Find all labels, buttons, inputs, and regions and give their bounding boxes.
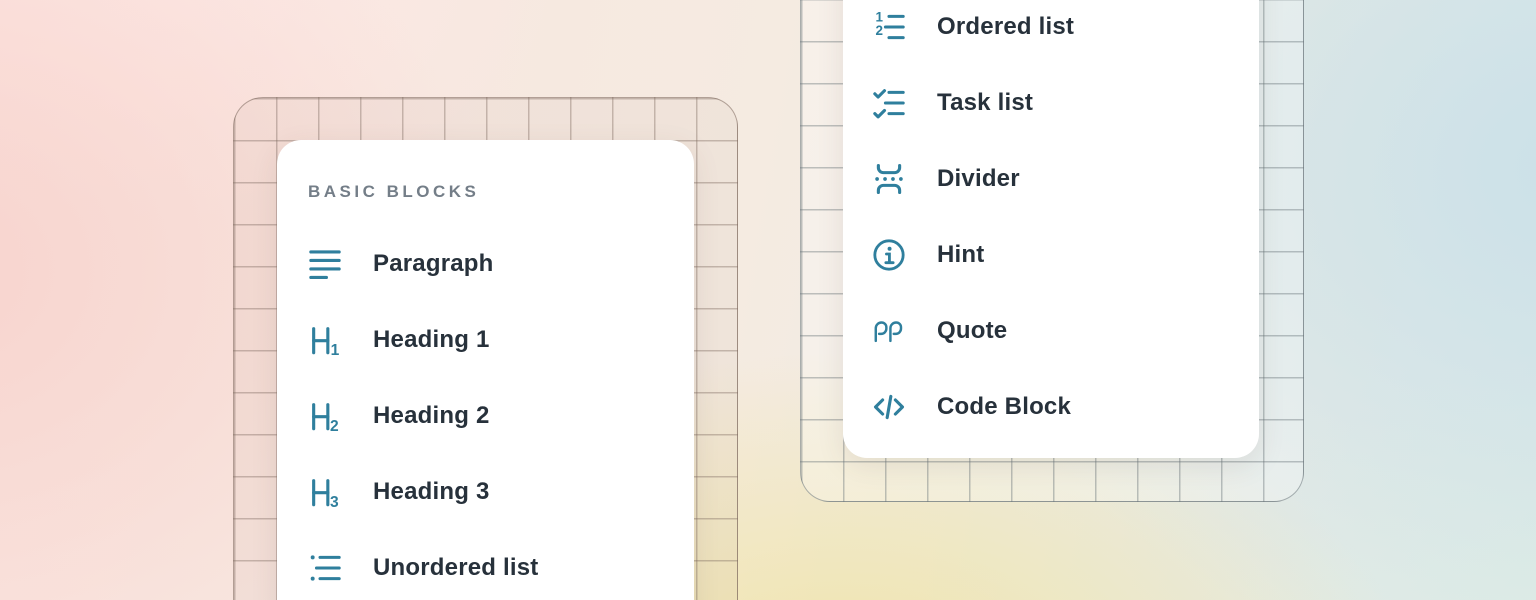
menu-item-label: Quote [937,317,1007,345]
svg-text:2: 2 [876,23,883,38]
svg-text:2: 2 [330,418,339,433]
paragraph-icon [308,247,342,281]
menu-item-ordered-list[interactable]: 1 2 Ordered list [872,0,1259,65]
menu-item-hint[interactable]: Hint [872,217,1259,293]
menu-item-label: Code Block [937,393,1071,421]
menu-item-unordered-list[interactable]: Unordered list [308,530,694,600]
quote-icon [872,314,906,348]
heading-2-icon: 2 [308,399,342,433]
unordered-list-icon [308,551,342,585]
task-list-icon [872,86,906,120]
menu-item-label: Hint [937,241,984,269]
blocks-menu-card-continued: 1 2 Ordered list Task list [843,0,1259,458]
basic-blocks-menu-card: BASIC BLOCKS Paragraph 1 Heading 1 [277,140,694,600]
menu-item-label: Task list [937,89,1033,117]
menu-item-quote[interactable]: Quote [872,293,1259,369]
menu-item-heading-1[interactable]: 1 Heading 1 [308,302,694,378]
menu-item-code-block[interactable]: Code Block [872,369,1259,445]
menu-item-label: Heading 1 [373,326,490,354]
menu-item-task-list[interactable]: Task list [872,65,1259,141]
divider-icon [872,162,906,196]
basic-blocks-header: BASIC BLOCKS [308,182,694,202]
menu-item-heading-2[interactable]: 2 Heading 2 [308,378,694,454]
menu-item-label: Heading 3 [373,478,490,506]
menu-item-label: Unordered list [373,554,539,582]
menu-item-label: Ordered list [937,13,1074,41]
heading-3-icon: 3 [308,475,342,509]
code-block-icon [872,390,906,424]
menu-item-label: Divider [937,165,1020,193]
heading-1-icon: 1 [308,323,342,357]
svg-text:3: 3 [330,494,339,509]
gradient-background: BASIC BLOCKS Paragraph 1 Heading 1 [0,0,1536,600]
menu-item-label: Paragraph [373,250,494,278]
hint-icon [872,238,906,272]
menu-item-label: Heading 2 [373,402,490,430]
menu-item-heading-3[interactable]: 3 Heading 3 [308,454,694,530]
svg-text:1: 1 [331,342,340,357]
menu-item-divider[interactable]: Divider [872,141,1259,217]
ordered-list-icon: 1 2 [872,10,906,44]
menu-item-paragraph[interactable]: Paragraph [308,226,694,302]
